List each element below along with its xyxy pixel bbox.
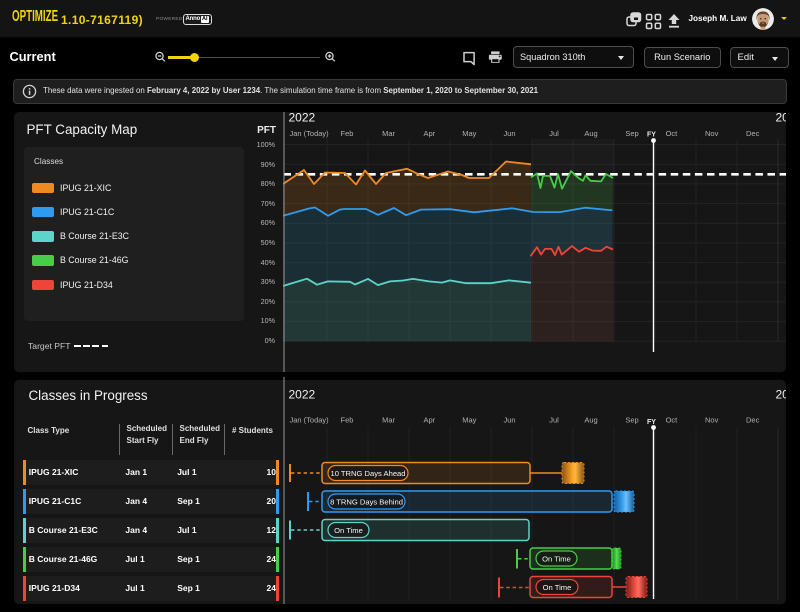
svg-text:Aug: Aug bbox=[584, 129, 597, 138]
svg-text:May: May bbox=[462, 129, 476, 138]
svg-text:Mar: Mar bbox=[382, 129, 395, 138]
svg-text:On Time: On Time bbox=[542, 554, 571, 563]
svg-text:Aug: Aug bbox=[584, 415, 597, 424]
svg-text:Dec: Dec bbox=[746, 415, 760, 424]
svg-text:10 TRNG Days Ahead: 10 TRNG Days Ahead bbox=[331, 469, 406, 478]
svg-text:Sep: Sep bbox=[625, 129, 638, 138]
svg-text:Feb: Feb bbox=[341, 129, 354, 138]
svg-text:20: 20 bbox=[776, 112, 787, 125]
svg-text:Jul: Jul bbox=[549, 415, 559, 424]
svg-text:Oct: Oct bbox=[666, 415, 679, 424]
svg-text:Feb: Feb bbox=[341, 415, 354, 424]
svg-text:Jul: Jul bbox=[549, 129, 559, 138]
svg-text:Jan (Today): Jan (Today) bbox=[290, 129, 330, 138]
svg-text:On Time: On Time bbox=[543, 583, 572, 592]
svg-text:Jun: Jun bbox=[503, 415, 515, 424]
svg-text:2022: 2022 bbox=[289, 388, 316, 402]
svg-text:May: May bbox=[462, 415, 476, 424]
svg-text:Nov: Nov bbox=[705, 415, 719, 424]
svg-text:FY: FY bbox=[647, 419, 656, 426]
svg-text:Apr: Apr bbox=[423, 415, 435, 424]
svg-text:Dec: Dec bbox=[746, 129, 760, 138]
svg-text:Mar: Mar bbox=[382, 415, 395, 424]
svg-text:Jan (Today): Jan (Today) bbox=[290, 415, 330, 424]
svg-text:On Time: On Time bbox=[334, 526, 363, 535]
svg-text:2022: 2022 bbox=[289, 112, 316, 125]
svg-text:Apr: Apr bbox=[423, 129, 435, 138]
svg-text:FY: FY bbox=[647, 132, 656, 139]
svg-text:Sep: Sep bbox=[625, 415, 638, 424]
svg-text:20: 20 bbox=[776, 388, 787, 402]
svg-text:Nov: Nov bbox=[705, 129, 719, 138]
svg-text:8 TRNG Days Behind: 8 TRNG Days Behind bbox=[330, 497, 403, 506]
svg-text:Oct: Oct bbox=[666, 129, 679, 138]
svg-text:Jun: Jun bbox=[503, 129, 515, 138]
